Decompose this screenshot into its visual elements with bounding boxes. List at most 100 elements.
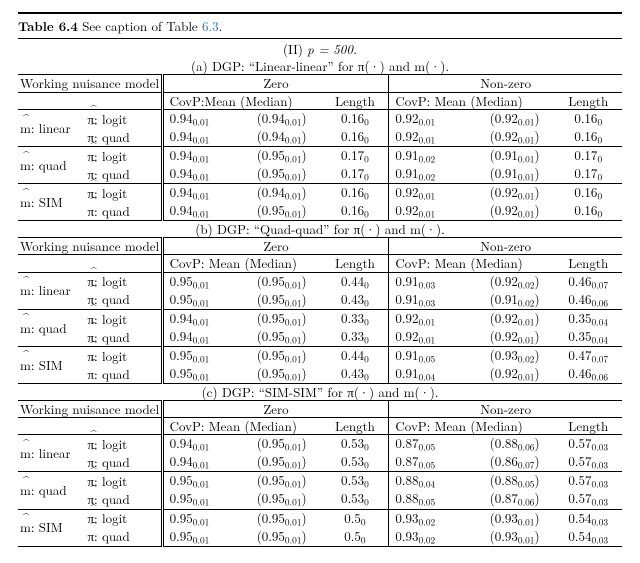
table-row: m: SIMπ: logit0.950.01(0.950.01)0.4400.9…: [18, 346, 622, 365]
subscript: 0: [597, 114, 602, 128]
value: (0.95: [257, 363, 285, 382]
value: 0.94: [170, 433, 193, 452]
subscript: 0.02: [419, 151, 436, 165]
value: 0.33: [341, 326, 364, 345]
value: 0.87: [395, 451, 418, 470]
value: 0.17: [341, 145, 364, 164]
subscript: 0.01: [285, 369, 302, 383]
value: 0.33: [341, 308, 364, 327]
subscript: 0: [364, 295, 369, 309]
subscript: 0.03: [591, 477, 608, 491]
value: 0.91: [395, 271, 418, 290]
subscript: 0.01: [518, 188, 535, 202]
value: (0.92: [490, 308, 518, 327]
table-row: π: quad0.940.01(0.950.01)0.1700.910.02(0…: [18, 165, 622, 184]
subscript: 0.05: [419, 495, 436, 509]
header-covp-zero: CovP: Mean (Median): [162, 255, 321, 272]
value: 0.35: [568, 326, 591, 345]
header-zero: Zero: [162, 75, 389, 92]
value: 0.5: [344, 508, 361, 527]
m-label: m: linear: [18, 272, 85, 309]
table-row: π: quad0.950.01(0.950.01)0.500.930.02(0.…: [18, 528, 622, 547]
value: (0.95: [257, 433, 285, 452]
subscript: 0.05: [419, 458, 436, 472]
value: (0.92: [490, 126, 518, 145]
subscript: 0.01: [419, 132, 436, 146]
value: 0.92: [395, 126, 418, 145]
value: (0.92: [490, 108, 518, 127]
table-row: π: quad0.940.01(0.950.01)0.5300.870.05(0…: [18, 453, 622, 472]
subscript: 0: [597, 169, 602, 183]
subscript: 0.01: [285, 477, 302, 491]
value: 0.95: [170, 271, 193, 290]
subscript: 0.01: [518, 151, 535, 165]
subscript: 0.01: [193, 295, 210, 309]
m-label: m: quad: [18, 146, 85, 183]
subscript: 0: [597, 151, 602, 165]
subscript: 0.01: [285, 169, 302, 183]
value: 0.94: [170, 451, 193, 470]
subscript: 0.07: [591, 277, 608, 291]
value: (0.95: [257, 289, 285, 308]
subscript: 0: [364, 169, 369, 183]
value: 0.92: [395, 182, 418, 201]
subscript: 0.01: [193, 514, 210, 528]
value: (0.95: [257, 326, 285, 345]
table-row: m: SIMπ: logit0.950.01(0.950.01)0.500.93…: [18, 509, 622, 528]
value: 0.16: [341, 126, 364, 145]
subscript: 0.01: [193, 477, 210, 491]
header-length-nonzero: Length: [554, 255, 622, 272]
value: 0.94: [170, 108, 193, 127]
value: 0.92: [395, 200, 418, 219]
subscript: 0.01: [193, 458, 210, 472]
value: (0.88: [490, 433, 518, 452]
subscript: 0.01: [285, 295, 302, 309]
header-wnm: Working nuisance model: [18, 400, 162, 417]
value: 0.54: [568, 526, 591, 545]
value: (0.95: [257, 451, 285, 470]
value: (0.91: [490, 163, 518, 182]
value: 0.16: [574, 108, 597, 127]
m-label: m: SIM: [18, 183, 85, 220]
caption-suffix: .: [219, 16, 223, 35]
table-row: π: quad0.950.01(0.950.01)0.5300.880.05(0…: [18, 490, 622, 509]
subscript: 0.01: [518, 169, 535, 183]
value: (0.94: [257, 108, 285, 127]
value: (0.92: [490, 271, 518, 290]
value: 0.93: [395, 526, 418, 545]
pi-hat-icon: π: [87, 526, 94, 545]
subscript: 0.02: [419, 514, 436, 528]
pi-label: π: quad: [85, 365, 162, 384]
value: 0.91: [395, 145, 418, 164]
value: (0.88: [490, 470, 518, 489]
value: (0.91: [490, 145, 518, 164]
header-length-nonzero: Length: [554, 92, 622, 109]
table-ref-link[interactable]: 6.3: [202, 16, 219, 35]
value: (0.93: [490, 508, 518, 527]
subscript: 0.01: [193, 532, 210, 546]
subscript: 0: [597, 132, 602, 146]
table-row: π: quad0.940.01(0.940.01)0.1600.920.01(0…: [18, 128, 622, 147]
header-covp-nonzero: CovP: Mean (Median): [389, 255, 555, 272]
value: (0.91: [490, 289, 518, 308]
subscript: 0.01: [285, 132, 302, 146]
subscript: 0.04: [591, 332, 608, 346]
subscript: 0.01: [193, 277, 210, 291]
header-covp-nonzero: CovP: Mean (Median): [389, 92, 555, 109]
m-hat-icon: m: [20, 443, 31, 462]
table-row: m: quadπ: logit0.950.01(0.950.01)0.5300.…: [18, 472, 622, 491]
value: (0.87: [490, 488, 518, 507]
subscript: 0.05: [518, 477, 535, 491]
value: (0.95: [257, 308, 285, 327]
value: 0.53: [341, 470, 364, 489]
header-length-nonzero: Length: [554, 418, 622, 435]
subscript: 0.01: [419, 332, 436, 346]
value: 0.91: [395, 363, 418, 382]
value: 0.17: [341, 163, 364, 182]
subscript: 0.03: [591, 495, 608, 509]
subscript: 0: [364, 477, 369, 491]
subscript: 0: [364, 114, 369, 128]
subscript: 0.04: [419, 369, 436, 383]
value: 0.43: [341, 363, 364, 382]
value: 0.53: [341, 451, 364, 470]
